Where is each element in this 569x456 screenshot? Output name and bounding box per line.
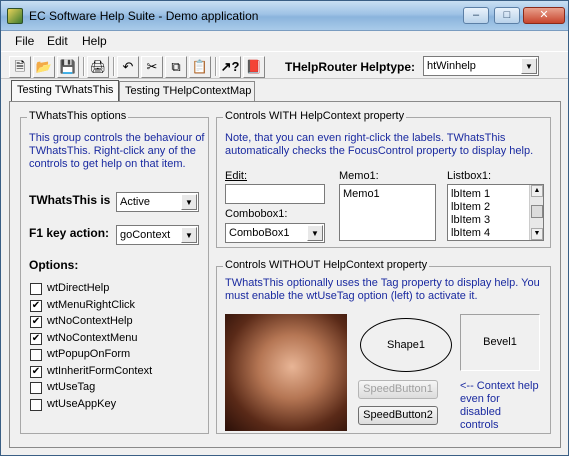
- checkbox-wtUseTag[interactable]: [30, 382, 42, 394]
- memo1[interactable]: Memo1: [339, 184, 436, 241]
- save-icon[interactable]: 💾: [57, 56, 79, 78]
- options-group: TWhatsThis options This group controls t…: [20, 110, 209, 434]
- copy-icon[interactable]: ⧉: [165, 56, 187, 78]
- portrait-photo: [225, 314, 347, 431]
- minimize-button[interactable]: –: [463, 7, 489, 24]
- list-item[interactable]: lbItem 1: [451, 188, 490, 201]
- scroll-thumb[interactable]: [531, 205, 543, 218]
- helptype-combo[interactable]: htWinhelp ▼: [423, 56, 539, 76]
- paste-icon[interactable]: 📋: [189, 56, 211, 78]
- cut-icon[interactable]: ✂: [141, 56, 163, 78]
- helptype-value: htWinhelp: [427, 60, 476, 72]
- list-item[interactable]: lbItem 3: [451, 214, 490, 227]
- checkbox-label: wtPopupOnForm: [47, 348, 131, 360]
- help-book-icon[interactable]: 📕: [243, 56, 265, 78]
- edit-field[interactable]: [225, 184, 325, 204]
- helptype-label: THelpRouter Helptype:: [285, 60, 416, 74]
- undo-icon[interactable]: ↶: [117, 56, 139, 78]
- checkbox-wtNoContextHelp[interactable]: ✔: [30, 316, 42, 328]
- window-title: EC Software Help Suite - Demo applicatio…: [29, 9, 259, 23]
- checkbox-wtPopupOnForm[interactable]: [30, 349, 42, 361]
- combobox1[interactable]: ComboBox1 ▼: [225, 223, 325, 243]
- f1-combo[interactable]: goContext ▼: [116, 225, 199, 245]
- list-item[interactable]: lbItem 4: [451, 227, 490, 240]
- bevel1[interactable]: Bevel1: [460, 314, 540, 371]
- whatsthis-value: Active: [120, 196, 150, 208]
- speedbutton2[interactable]: SpeedButton2: [358, 406, 438, 425]
- options-description: This group controls the behaviour of TWh…: [29, 132, 205, 170]
- tab-page: TWhatsThis options This group controls t…: [9, 101, 561, 448]
- listbox-label: Listbox1:: [447, 170, 492, 182]
- checkbox-label: wtInheritFormContext: [47, 364, 153, 377]
- checkbox-label: wtNoContextHelp: [47, 315, 133, 327]
- listbox1[interactable]: lbItem 1 lbItem 2 lbItem 3 lbItem 4 ▲ ▼: [447, 184, 544, 241]
- checkbox-wtUseAppKey[interactable]: [30, 398, 42, 411]
- menu-bar: File Edit Help: [1, 31, 568, 51]
- memo-value: Memo1: [343, 188, 380, 200]
- without-group-title: Controls WITHOUT HelpContext property: [223, 259, 430, 271]
- options-label: Options:: [29, 258, 79, 272]
- whatsthis-icon[interactable]: ↗?: [219, 56, 241, 78]
- title-bar[interactable]: EC Software Help Suite - Demo applicatio…: [1, 1, 568, 31]
- close-button[interactable]: ✕: [523, 7, 565, 24]
- tab-twhatsthis[interactable]: Testing TWhatsThis: [11, 80, 119, 101]
- without-group-description: TWhatsThis optionally uses the Tag prope…: [225, 277, 540, 302]
- new-icon[interactable]: 🗎: [9, 56, 31, 78]
- chevron-down-icon[interactable]: ▼: [181, 227, 197, 243]
- checkbox-label: wtNoContextMenu: [47, 331, 138, 344]
- checkbox-label: wtUseTag: [47, 381, 96, 393]
- maximize-button[interactable]: □: [494, 7, 520, 24]
- scroll-up-icon[interactable]: ▲: [531, 185, 543, 197]
- menu-help[interactable]: Help: [82, 34, 107, 48]
- f1-value: goContext: [120, 229, 171, 241]
- checkbox-wtInheritFormContext[interactable]: ✔: [30, 365, 42, 378]
- combobox-value: ComboBox1: [229, 227, 290, 239]
- whatsthis-label: TWhatsThis is: [29, 193, 111, 207]
- main-window: EC Software Help Suite - Demo applicatio…: [0, 0, 569, 456]
- options-group-title: TWhatsThis options: [27, 110, 129, 122]
- with-group-description: Note, that you can even right-click the …: [225, 132, 534, 157]
- list-item[interactable]: lbItem 2: [451, 201, 490, 214]
- with-group-title: Controls WITH HelpContext property: [223, 110, 407, 122]
- shape1[interactable]: Shape1: [360, 318, 452, 372]
- f1-label: F1 key action:: [29, 226, 110, 240]
- menu-edit[interactable]: Edit: [47, 34, 68, 48]
- checkbox-label: wtUseAppKey: [47, 397, 117, 410]
- tab-thelpcontextmap[interactable]: Testing THelpContextMap: [119, 81, 255, 101]
- chevron-down-icon[interactable]: ▼: [521, 58, 537, 74]
- checkbox-wtNoContextMenu[interactable]: ✔: [30, 332, 42, 345]
- speedbutton1[interactable]: SpeedButton1: [358, 380, 438, 399]
- menu-file[interactable]: File: [15, 34, 34, 48]
- checkbox-label: wtMenuRightClick: [47, 298, 136, 311]
- checkbox-wtDirectHelp[interactable]: [30, 283, 42, 295]
- open-icon[interactable]: 📂: [33, 56, 55, 78]
- print-icon[interactable]: 🖨: [87, 56, 109, 78]
- checkbox-wtMenuRightClick[interactable]: ✔: [30, 299, 42, 312]
- app-icon: [7, 8, 23, 24]
- toolbar: 🗎 📂 💾 🖨 ↶ ✂ ⧉ 📋 ↗? 📕 THelpRouter Helptyp…: [1, 51, 568, 79]
- combobox-label: Combobox1:: [225, 208, 288, 220]
- disabled-note: <-- Context help even for disabled contr…: [460, 380, 539, 431]
- scroll-down-icon[interactable]: ▼: [531, 228, 543, 240]
- edit-label: Edit:: [225, 170, 248, 182]
- memo-label: Memo1:: [339, 170, 379, 182]
- checkbox-label: wtDirectHelp: [47, 282, 110, 294]
- with-helpcontext-group: Controls WITH HelpContext property Note,…: [216, 110, 551, 248]
- whatsthis-combo[interactable]: Active ▼: [116, 192, 199, 212]
- listbox-scrollbar[interactable]: ▲ ▼: [529, 185, 543, 240]
- chevron-down-icon[interactable]: ▼: [307, 225, 323, 241]
- chevron-down-icon[interactable]: ▼: [181, 194, 197, 210]
